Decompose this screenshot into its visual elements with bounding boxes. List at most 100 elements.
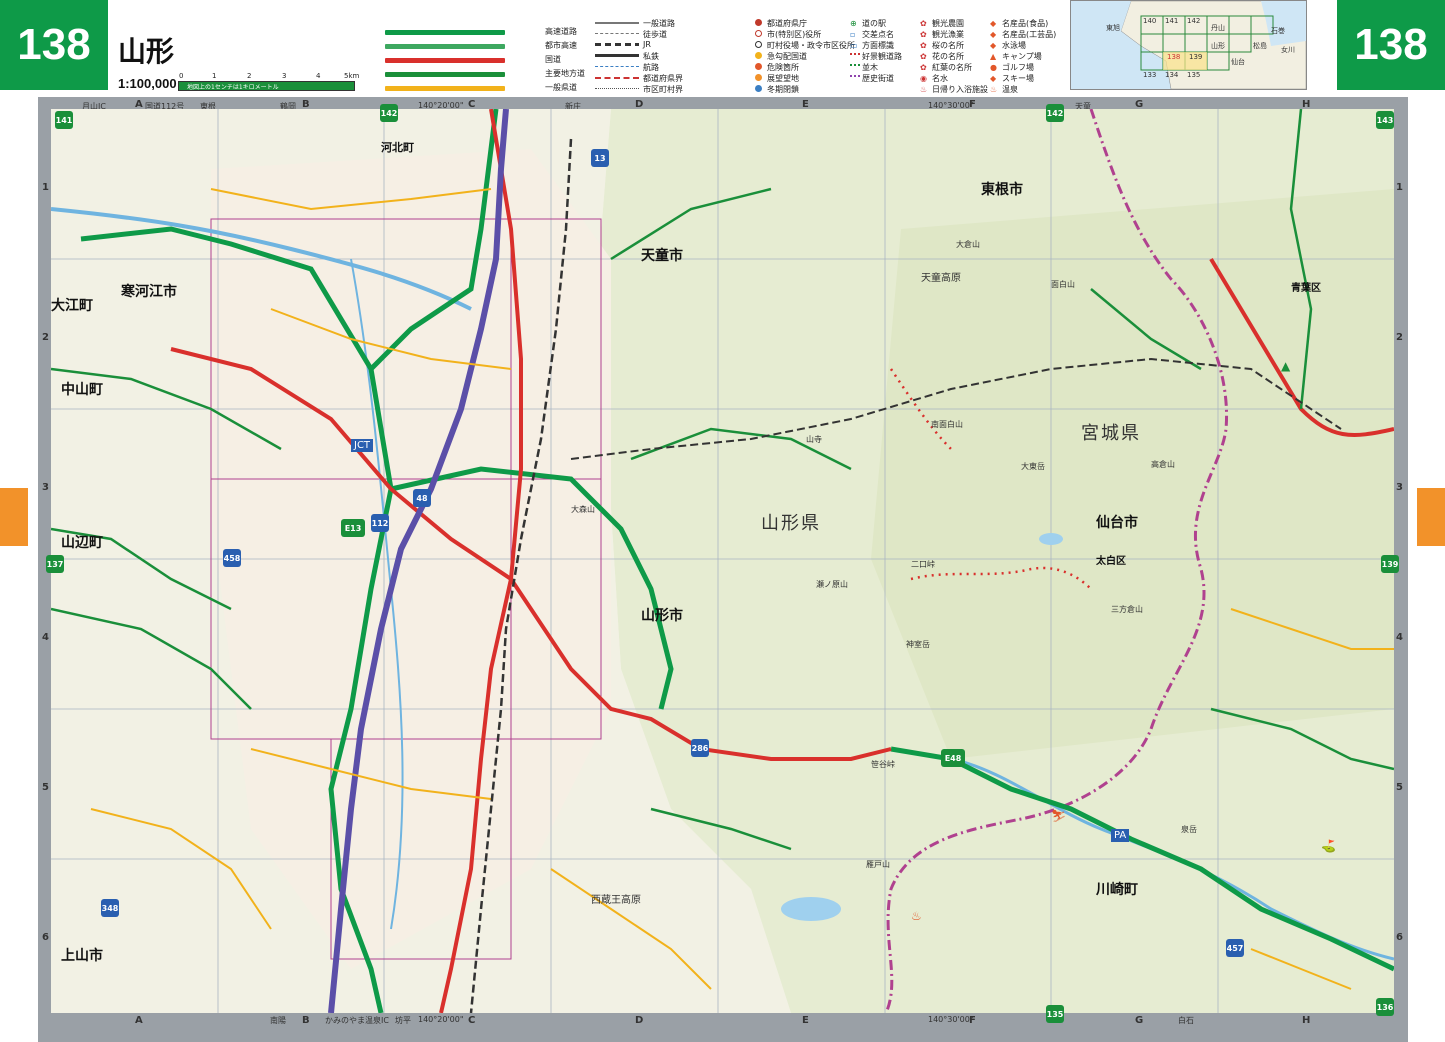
inset-page-number: 140 — [1143, 17, 1157, 25]
legend-label: 一般県道 — [545, 83, 577, 92]
legend-label: キャンプ場 — [1002, 52, 1042, 61]
page-number: 138 — [17, 20, 91, 69]
scenic-road-icon — [850, 53, 860, 55]
row-label: 1 — [42, 182, 49, 193]
feature-label: 大倉山 — [956, 240, 980, 249]
city-label: 仙台市 — [1096, 515, 1138, 531]
edge-label: 坊平 — [395, 1016, 411, 1025]
city-label: 山辺町 — [61, 535, 103, 551]
row-label: 6 — [42, 932, 49, 943]
legend-label: 都道府県界 — [643, 74, 683, 83]
legend-label: 高速道路 — [545, 27, 577, 36]
winter-closure-icon — [755, 85, 762, 92]
district-label: 青葉区 — [1291, 283, 1321, 294]
row-label: 4 — [1396, 632, 1403, 643]
legend-label: 紅葉の名所 — [932, 63, 972, 72]
edge-label: 南陽 — [270, 1016, 286, 1025]
city-label: 上山市 — [61, 948, 103, 964]
feature-label: 瀬ノ原山 — [816, 580, 848, 589]
legend-label: 都市高速 — [545, 41, 577, 50]
row-label: 5 — [1396, 782, 1403, 793]
viewpoint-icon — [755, 74, 762, 81]
legend-label: 都道府県庁 — [767, 19, 807, 28]
camp-icon: ▲ — [1281, 359, 1291, 373]
edge-page-marker[interactable]: 139 — [1381, 555, 1399, 573]
legend-label: 名水 — [932, 74, 948, 83]
inset-label: 女川 — [1281, 46, 1295, 54]
legend-label: 名産品(食品) — [1002, 19, 1049, 28]
legend-label: 温泉 — [1002, 85, 1018, 94]
legend-label: 観光農園 — [932, 19, 964, 28]
legend-label: 急勾配国道 — [767, 52, 807, 61]
town-office-icon — [755, 41, 762, 48]
interchange-icon: JCT — [351, 439, 374, 452]
prefecture-office-icon — [755, 19, 762, 26]
column-label: E — [802, 1015, 809, 1026]
column-label: C — [468, 1015, 476, 1026]
district-label: 太白区 — [1096, 556, 1126, 567]
scale-ratio: 1:100,000 — [118, 76, 177, 91]
side-tab-right — [1417, 488, 1445, 546]
legend-urban-expressway-line — [385, 44, 505, 49]
feature-label: 大森山 — [571, 505, 595, 514]
inset-page-number: 135 — [1187, 71, 1201, 79]
edge-page-marker[interactable]: 141 — [55, 111, 73, 129]
feature-label: 山寺 — [806, 435, 822, 444]
row-label: 3 — [1396, 482, 1403, 493]
legend-major-road-line — [385, 72, 505, 77]
map-canvas[interactable]: 山形県 宮城県 山形市 天童市 東根市 寒河江市 仙台市 上山市 中山町 山辺町… — [51, 109, 1394, 1013]
edge-page-marker[interactable]: 143 — [1376, 111, 1394, 129]
city-label: 河北町 — [381, 141, 414, 154]
inset-page-number: 134 — [1165, 71, 1179, 79]
coord-label: 140°20'00" — [418, 1015, 464, 1024]
scale-tick: 1 — [212, 72, 217, 80]
legend-prefectural-road-line — [385, 86, 505, 91]
legend-label: 市区町村界 — [643, 85, 683, 94]
feature-label: 二口峠 — [911, 560, 935, 569]
inset-label: 松島 — [1253, 42, 1267, 50]
edge-label: 白石 — [1178, 1016, 1194, 1025]
index-map[interactable]: 140 141 142 133 134 135 138 139 東旭 丹山 石巻… — [1070, 0, 1307, 90]
prefecture-label: 山形県 — [761, 513, 821, 534]
edge-page-marker[interactable]: 135 — [1046, 1005, 1064, 1023]
city-label: 天童市 — [641, 248, 683, 264]
legend-label: 市(特別区)役所 — [767, 30, 822, 39]
coord-label: 140°30'00" — [928, 1015, 974, 1024]
row-label: 2 — [1396, 332, 1403, 343]
intersection-icon: ▫ — [850, 30, 856, 39]
legend-label: 桜の名所 — [932, 41, 964, 50]
edge-page-marker[interactable]: 142 — [380, 104, 398, 122]
map-title: 山形 — [118, 35, 175, 68]
inset-page-number: 142 — [1187, 17, 1201, 25]
legend-label: スキー場 — [1002, 74, 1034, 83]
page-number-tab-right: 138 — [1337, 0, 1445, 90]
column-label: G — [1135, 1015, 1144, 1026]
facility-icons: ◆ ◆ ◆ ▲ ● ◆ ♨ — [990, 19, 998, 94]
route-badge: 348 — [101, 899, 119, 917]
legend-label: JR — [643, 40, 651, 49]
inset-label: 山形 — [1211, 42, 1225, 50]
legend-label: 一般道路 — [643, 19, 675, 28]
scale-bar: 0 1 2 3 4 5km 地図上の1センチは1キロメートル — [178, 72, 359, 91]
feature-label: 雁戸山 — [866, 860, 890, 869]
legend-label: 航路 — [643, 63, 659, 72]
edge-page-marker[interactable]: 136 — [1376, 998, 1394, 1016]
inset-label: 丹山 — [1211, 24, 1225, 32]
feature-label: 面白山 — [1051, 280, 1075, 289]
feature-label: 神室岳 — [906, 640, 930, 649]
feature-label: 西蔵王高原 — [591, 895, 641, 906]
edge-page-marker[interactable]: 142 — [1046, 104, 1064, 122]
direction-sign-icon: ▭ — [850, 41, 858, 50]
legend: 高速道路 都市高速 国道 主要地方道 一般県道 一般道路 徒歩道 JR 私鉄 航… — [385, 10, 1065, 94]
feature-label: 泉岳 — [1181, 825, 1197, 834]
inset-page-number: 133 — [1143, 71, 1157, 79]
prefecture-label: 宮城県 — [1081, 423, 1141, 444]
scale-tick: 0 — [179, 72, 184, 80]
legend-national-road-line — [385, 58, 505, 63]
legend-expressway-line — [385, 30, 505, 35]
route-badge: 457 — [1226, 939, 1244, 957]
row-label: 1 — [1396, 182, 1403, 193]
edge-page-marker[interactable]: 137 — [46, 555, 64, 573]
column-label: H — [1302, 1015, 1311, 1026]
city-office-icon — [755, 30, 762, 37]
